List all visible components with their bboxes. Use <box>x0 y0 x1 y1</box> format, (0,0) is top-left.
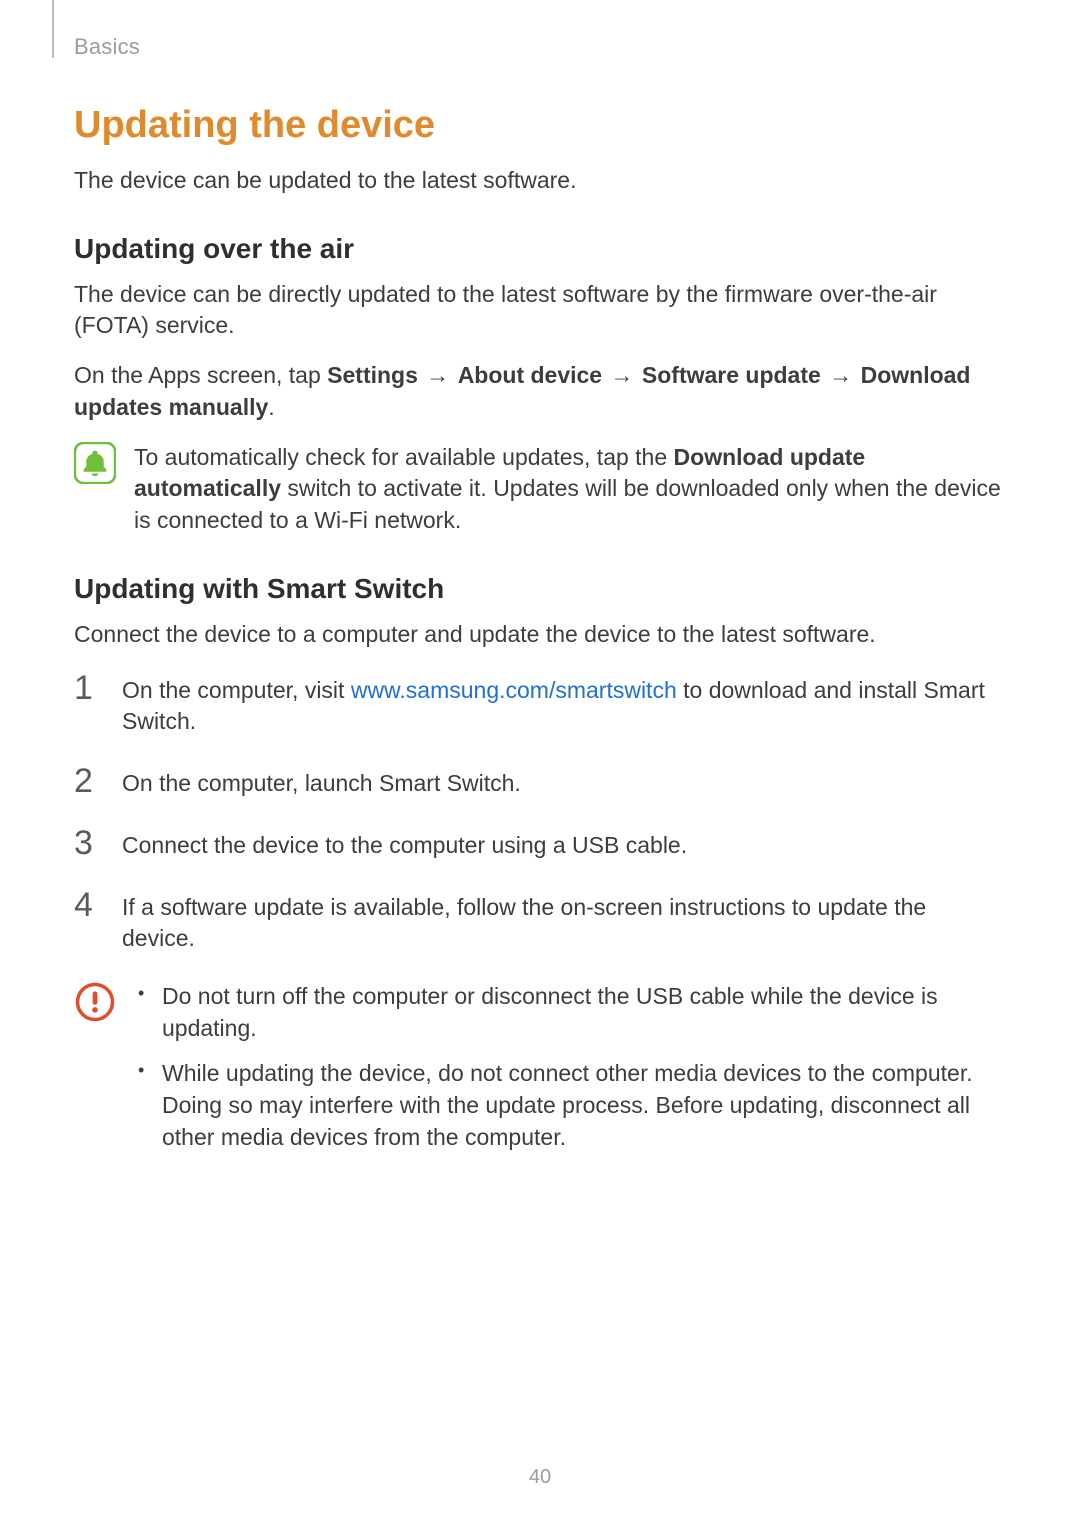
caution-bullet-list: Do not turn off the computer or disconne… <box>134 981 1004 1154</box>
content-area: Updating the device The device can be up… <box>74 104 1004 1168</box>
step-4: 4 If a software update is available, fol… <box>74 888 1004 955</box>
ota-p2-pre: On the Apps screen, tap <box>74 362 327 388</box>
step-number: 3 <box>74 826 104 860</box>
step-body: On the computer, visit www.samsung.com/s… <box>122 671 1004 738</box>
step-body: If a software update is available, follo… <box>122 888 1004 955</box>
ota-paragraph-1: The device can be directly updated to th… <box>74 279 1004 342</box>
note-bell-icon <box>74 442 116 484</box>
manual-page: Basics Updating the device The device ca… <box>0 0 1080 1527</box>
page-number: 40 <box>0 1466 1080 1489</box>
smartswitch-heading: Updating with Smart Switch <box>74 573 1004 605</box>
intro-paragraph: The device can be updated to the latest … <box>74 165 1004 197</box>
step-body: Connect the device to the computer using… <box>122 826 1004 862</box>
breadcrumb: Basics <box>74 34 140 60</box>
step-number: 2 <box>74 764 104 798</box>
step-body: On the computer, launch Smart Switch. <box>122 764 1004 800</box>
caution-item-1: Do not turn off the computer or disconne… <box>134 981 1004 1044</box>
smartswitch-link[interactable]: www.samsung.com/smartswitch <box>351 677 677 703</box>
path-software-update: Software update <box>642 362 821 388</box>
header-rule <box>52 0 54 58</box>
caution-item-2: While updating the device, do not connec… <box>134 1058 1004 1153</box>
step-2: 2 On the computer, launch Smart Switch. <box>74 764 1004 800</box>
caution-body: Do not turn off the computer or disconne… <box>134 981 1004 1168</box>
caution-callout: Do not turn off the computer or disconne… <box>74 981 1004 1168</box>
step-1: 1 On the computer, visit www.samsung.com… <box>74 671 1004 738</box>
note-pre: To automatically check for available upd… <box>134 444 674 470</box>
path-settings: Settings <box>327 362 418 388</box>
path-about-device: About device <box>458 362 602 388</box>
caution-exclamation-icon <box>74 981 116 1023</box>
steps-list: 1 On the computer, visit www.samsung.com… <box>74 671 1004 955</box>
arrow-icon: → <box>424 362 451 388</box>
arrow-icon: → <box>827 362 854 388</box>
ota-paragraph-2: On the Apps screen, tap Settings → About… <box>74 360 1004 423</box>
step1-pre: On the computer, visit <box>122 677 351 703</box>
ota-p2-period: . <box>268 394 274 420</box>
step-number: 1 <box>74 671 104 705</box>
smartswitch-intro: Connect the device to a computer and upd… <box>74 619 1004 651</box>
step-number: 4 <box>74 888 104 922</box>
arrow-icon: → <box>609 362 636 388</box>
step-3: 3 Connect the device to the computer usi… <box>74 826 1004 862</box>
ota-heading: Updating over the air <box>74 233 1004 265</box>
note-callout: To automatically check for available upd… <box>74 442 1004 537</box>
note-text: To automatically check for available upd… <box>134 442 1004 537</box>
page-title: Updating the device <box>74 104 1004 147</box>
